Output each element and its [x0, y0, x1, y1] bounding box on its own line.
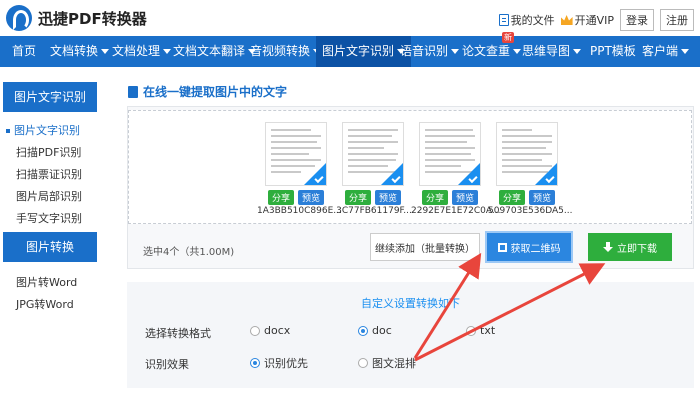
sidebar-item-image-to-word[interactable]: 图片转Word	[16, 274, 77, 290]
radio-icon	[250, 358, 260, 368]
selected-corner	[304, 163, 326, 185]
top-right-links: 我的文件 开通VIP 登录 注册	[498, 9, 694, 31]
selected-corner	[381, 163, 403, 185]
share-button[interactable]: 分享	[345, 190, 372, 205]
nav-doc-convert[interactable]: 文档转换	[50, 36, 110, 67]
download-button[interactable]: 立即下载	[588, 233, 672, 261]
selected-corner	[458, 163, 480, 185]
effect-option-recognition-first[interactable]: 识别优先	[250, 355, 308, 371]
selected-corner	[535, 163, 557, 185]
nav-client[interactable]: 客户端	[642, 36, 690, 67]
crown-icon	[560, 15, 573, 25]
top-bar: 迅捷PDF转换器 我的文件 开通VIP 登录 注册	[0, 0, 700, 36]
sidebar-item-image-ocr[interactable]: 图片文字识别	[6, 122, 80, 138]
radio-icon	[358, 325, 368, 336]
effect-option-mixed-layout[interactable]: 图文混排	[358, 355, 416, 371]
file-name: 1A3BB510C896E...	[257, 206, 342, 216]
chevron-down-icon	[681, 49, 690, 54]
get-qr-button[interactable]: 获取二维码	[485, 231, 573, 263]
brand-title: 迅捷PDF转换器	[38, 10, 147, 28]
sidebar-item-scan-ticket[interactable]: 扫描票证识别	[16, 166, 82, 182]
preview-button[interactable]: 预览	[529, 190, 556, 205]
file-thumbnail[interactable]	[496, 122, 558, 186]
nav-av-convert[interactable]: 音视频转换	[250, 36, 322, 67]
radio-icon	[358, 358, 368, 368]
format-option-doc[interactable]: doc	[358, 324, 392, 337]
radio-icon	[466, 325, 476, 336]
file-thumbnail[interactable]	[419, 122, 481, 186]
chevron-down-icon	[573, 49, 582, 54]
format-option-docx[interactable]: docx	[250, 324, 290, 337]
nav-translate[interactable]: 文档文本翻译	[173, 36, 257, 67]
preview-button[interactable]: 预览	[452, 190, 479, 205]
share-button[interactable]: 分享	[499, 190, 526, 205]
file-name: 3C77FB61179F...	[336, 206, 412, 216]
login-button[interactable]: 登录	[620, 9, 654, 31]
share-button[interactable]: 分享	[268, 190, 295, 205]
nav-speech[interactable]: 语音识别	[400, 36, 460, 67]
file-card[interactable]: 分享 预览 1A3BB510C896E...	[257, 122, 342, 222]
format-option-txt[interactable]: txt	[466, 324, 495, 337]
qr-code-icon	[497, 242, 507, 252]
selected-count: 选中4个（共1.00M)	[143, 247, 235, 258]
new-badge: 新	[502, 32, 514, 43]
download-icon	[603, 242, 613, 252]
nav-ppt[interactable]: PPT模板	[590, 36, 636, 67]
chevron-down-icon	[451, 49, 460, 54]
file-thumbnail[interactable]	[342, 122, 404, 186]
file-card[interactable]: 分享 预览 3C77FB61179F...	[336, 122, 412, 222]
file-icon	[498, 14, 509, 26]
sidebar-item-handwriting[interactable]: 手写文字识别	[16, 210, 82, 226]
sidebar-section-ocr: 图片文字识别	[3, 82, 97, 112]
chevron-down-icon	[163, 49, 172, 54]
sidebar-item-jpg-to-word[interactable]: JPG转Word	[16, 296, 74, 312]
share-button[interactable]: 分享	[422, 190, 449, 205]
preview-button[interactable]: 预览	[298, 190, 325, 205]
main-nav: 首页 文档转换 文档处理 文档文本翻译 音视频转换 图片文字识别 语音识别 论文…	[0, 36, 700, 67]
file-thumbnail[interactable]	[265, 122, 327, 186]
file-card[interactable]: 分享 预览 509703E536DA5...	[488, 122, 572, 222]
effect-label: 识别效果	[145, 358, 189, 371]
register-button[interactable]: 注册	[660, 9, 694, 31]
vip-link[interactable]: 开通VIP	[560, 12, 614, 28]
logo-icon	[6, 5, 32, 31]
my-files-link[interactable]: 我的文件	[498, 12, 555, 28]
sidebar-item-scan-pdf[interactable]: 扫描PDF识别	[16, 144, 81, 160]
radio-icon	[250, 325, 260, 336]
chevron-down-icon	[513, 49, 522, 54]
page-title: 在线一键提取图片中的文字	[128, 83, 287, 100]
word-icon	[128, 85, 138, 98]
settings-title: 自定义设置转换如下	[361, 297, 460, 310]
file-name: 509703E536DA5...	[488, 206, 573, 216]
continue-add-button[interactable]: 继续添加（批量转换）	[370, 233, 480, 261]
nav-doc-process[interactable]: 文档处理	[112, 36, 172, 67]
nav-mindmap[interactable]: 思维导图	[522, 36, 582, 67]
file-name: 2292E7E1E72C0A...	[411, 206, 501, 216]
file-card[interactable]: 分享 预览 2292E7E1E72C0A...	[411, 122, 500, 222]
format-label: 选择转换格式	[145, 327, 211, 340]
preview-button[interactable]: 预览	[375, 190, 402, 205]
chevron-down-icon	[101, 49, 110, 54]
sidebar-item-partial-ocr[interactable]: 图片局部识别	[16, 188, 82, 204]
nav-image-ocr[interactable]: 图片文字识别	[316, 36, 412, 67]
sidebar-section-image-convert: 图片转换	[3, 232, 97, 262]
nav-home[interactable]: 首页	[12, 36, 36, 67]
